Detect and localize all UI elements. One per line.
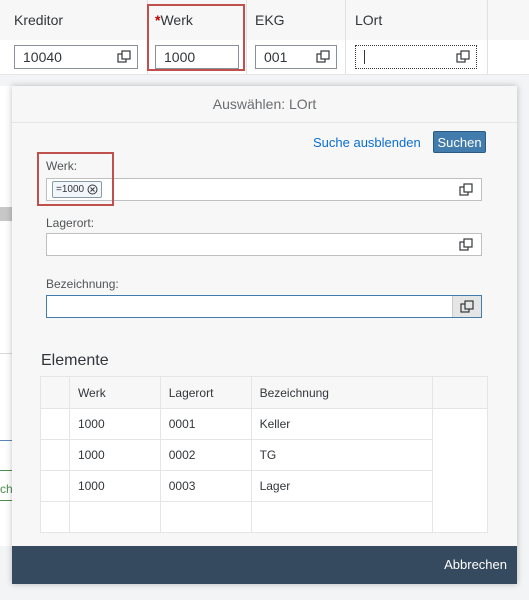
table-header-row: Werk Lagerort Bezeichnung	[40, 376, 488, 409]
bezeichnung-filter-field[interactable]	[46, 295, 482, 318]
cell-werk: 1000	[68, 470, 161, 502]
cell-empty	[159, 501, 252, 533]
results-table: Werk Lagerort Bezeichnung 1000 0001 Kell…	[40, 376, 488, 533]
column-divider	[345, 0, 346, 74]
empty-column	[432, 376, 488, 409]
kreditor-value: 10040	[23, 49, 62, 65]
cell-empty	[68, 501, 161, 533]
cell-werk: 1000	[68, 408, 161, 440]
cell-empty	[250, 501, 434, 533]
lort-input[interactable]	[355, 45, 477, 69]
column-header-bezeichnung[interactable]: Bezeichnung	[250, 376, 434, 409]
table-row[interactable]: 1000 0003 Lager	[40, 470, 488, 502]
column-header-ekg[interactable]: EKG	[255, 12, 285, 28]
text-cursor	[364, 50, 365, 64]
column-divider	[487, 0, 488, 74]
background-block	[0, 207, 12, 221]
value-help-dialog: Auswählen: LOrt Suche ausblenden Suchen …	[12, 86, 517, 584]
empty-cell	[432, 408, 488, 533]
divider	[0, 470, 12, 471]
value-help-icon[interactable]	[316, 50, 330, 64]
cell-werk: 1000	[68, 439, 161, 471]
background-page	[0, 86, 12, 546]
column-header-werk[interactable]: Werk	[68, 376, 161, 409]
cell-bezeichnung: Keller	[250, 408, 434, 440]
row-selector[interactable]	[40, 408, 70, 440]
table-row-empty	[40, 501, 488, 533]
cancel-button[interactable]: Abbrechen	[434, 546, 517, 584]
divider	[0, 500, 12, 501]
row-selector	[40, 501, 70, 533]
divider	[0, 353, 12, 354]
highlight-box-werk-filter	[37, 152, 114, 206]
select-column[interactable]	[40, 376, 70, 409]
cell-lagerort: 0003	[159, 470, 252, 502]
column-header-lort[interactable]: LOrt	[355, 12, 382, 28]
dialog-title: Auswählen: LOrt	[12, 86, 517, 123]
cell-bezeichnung: TG	[250, 439, 434, 471]
table-row[interactable]: 1000 0002 TG	[40, 439, 488, 471]
highlight-box-werk	[147, 4, 245, 71]
hide-search-link[interactable]: Suche ausblenden	[313, 135, 421, 150]
results-title: Elemente	[41, 352, 109, 369]
column-divider	[246, 0, 247, 74]
dialog-footer: Abbrechen	[12, 546, 517, 584]
value-help-button[interactable]	[452, 296, 481, 317]
kreditor-input[interactable]: 10040	[14, 45, 138, 69]
value-help-icon[interactable]	[117, 50, 131, 64]
lagerort-label: Lagerort:	[46, 216, 95, 230]
partial-text: ch	[0, 482, 12, 496]
cell-lagerort: 0001	[159, 408, 252, 440]
row-selector[interactable]	[40, 470, 70, 502]
row-selector[interactable]	[40, 439, 70, 471]
column-header-kreditor[interactable]: Kreditor	[14, 12, 63, 28]
ekg-input[interactable]: 001	[255, 45, 337, 69]
divider	[0, 440, 12, 441]
column-header-lagerort[interactable]: Lagerort	[159, 376, 252, 409]
search-button[interactable]: Suchen	[433, 131, 486, 153]
value-help-icon[interactable]	[460, 300, 474, 314]
bezeichnung-label: Bezeichnung:	[46, 277, 119, 291]
value-help-icon[interactable]	[459, 183, 473, 197]
value-help-icon[interactable]	[456, 50, 470, 64]
lagerort-filter-field[interactable]	[46, 233, 482, 256]
value-help-icon[interactable]	[459, 238, 473, 252]
cell-bezeichnung: Lager	[250, 470, 434, 502]
cell-lagerort: 0002	[159, 439, 252, 471]
table-row[interactable]: 1000 0001 Keller	[40, 408, 488, 533]
ekg-value: 001	[264, 49, 288, 65]
